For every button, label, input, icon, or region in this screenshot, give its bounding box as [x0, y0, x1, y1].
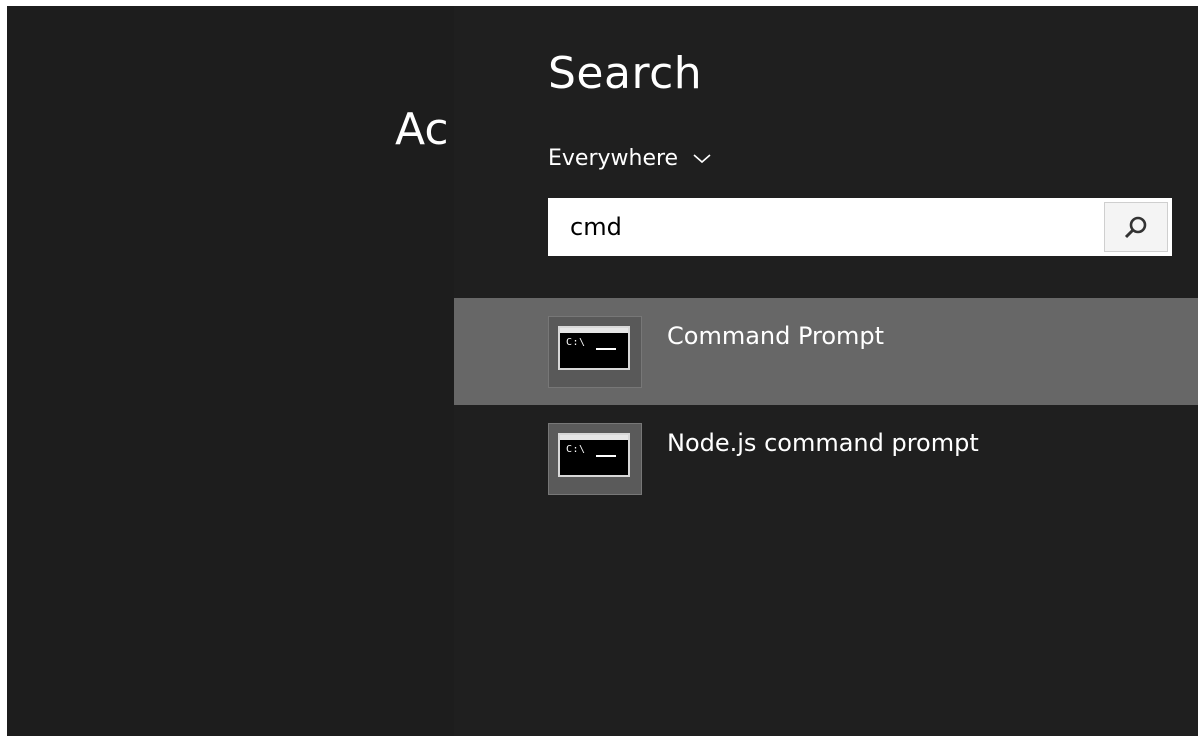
chevron-down-icon [693, 154, 711, 164]
command-prompt-icon: C:\ [548, 423, 642, 495]
search-pane-title: Search [548, 48, 703, 99]
command-prompt-icon: C:\ [548, 316, 642, 388]
search-result-nodejs-command-prompt[interactable]: C:\ Node.js command prompt [454, 405, 1198, 512]
search-box [548, 198, 1172, 256]
cmd-window-graphic: C:\ [558, 326, 630, 370]
cmd-window-graphic: C:\ [558, 433, 630, 477]
start-screen: Ac Search Everywhere cmd C:\ Command Pro… [7, 6, 1198, 736]
search-results-list: C:\ Command Prompt C:\ Node.js command p… [454, 298, 1198, 512]
search-scope-dropdown[interactable]: Everywhere [548, 143, 712, 173]
search-charm-pane: Search Everywhere cmd C:\ Command Prompt… [454, 6, 1198, 736]
cmd-cursor-graphic [596, 455, 616, 457]
search-result-label: Node.js command prompt [667, 429, 979, 457]
search-button[interactable] [1103, 201, 1169, 253]
cmd-titlebar-graphic [560, 328, 628, 333]
search-scope-label: Everywhere [548, 145, 679, 171]
search-button-face [1104, 202, 1168, 252]
search-result-label: Command Prompt [667, 322, 885, 350]
cmd-titlebar-graphic [560, 435, 628, 440]
search-result-command-prompt[interactable]: C:\ Command Prompt [454, 298, 1198, 405]
cmd-prompt-glyph: C:\ [566, 337, 586, 348]
cmd-cursor-graphic [596, 348, 616, 350]
search-input[interactable] [548, 198, 1098, 256]
search-icon [1124, 216, 1147, 239]
cmd-prompt-glyph: C:\ [566, 444, 586, 455]
background-partial-heading: Ac [395, 104, 449, 155]
